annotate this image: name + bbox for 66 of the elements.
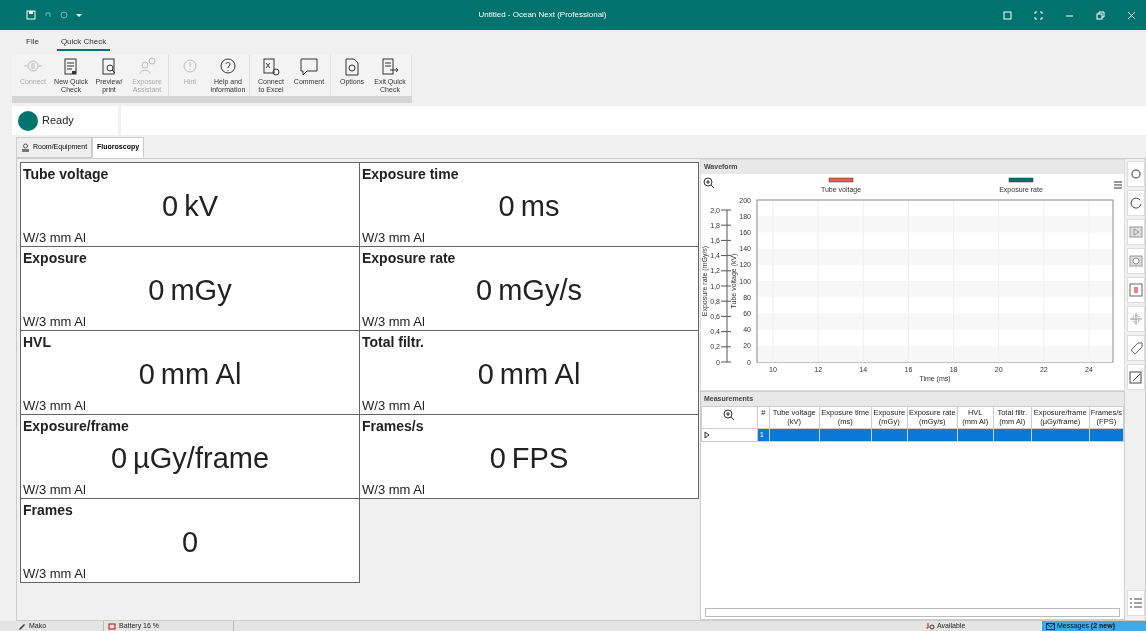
save-icon[interactable] [26, 10, 36, 20]
envelope-icon [1046, 621, 1055, 631]
readout-unit: mm Al [499, 356, 581, 392]
close-icon[interactable] [1127, 10, 1136, 20]
filter-label: W/3 mm Al [23, 229, 86, 248]
filter-label: W/3 mm Al [362, 313, 425, 332]
readout-unit: mGy/s [498, 272, 582, 308]
readout-unit: mGy [170, 272, 232, 308]
readout-title: Total filtr. [362, 332, 424, 352]
menu-tab[interactable]: Quick Check [56, 35, 111, 51]
readout-value: 0 [138, 356, 155, 392]
fullscreen-icon[interactable] [1034, 10, 1043, 20]
filter-label: W/3 mm Al [362, 481, 425, 500]
menu-icon[interactable] [1113, 181, 1123, 189]
readout-value: 0 [489, 440, 506, 476]
tag-icon[interactable] [1129, 340, 1143, 355]
readout-title: Exposure rate [362, 248, 456, 268]
record-icon[interactable] [1129, 253, 1143, 268]
readout-value: 0 [477, 356, 494, 392]
readout-value: 0 [110, 440, 128, 476]
readout-title: Exposure [23, 248, 87, 268]
exit-icon [379, 57, 401, 76]
menu-tab[interactable]: File [22, 35, 43, 51]
pause-icon[interactable] [1129, 282, 1143, 297]
readout-value: 0 [498, 188, 515, 224]
restore-icon[interactable] [1096, 10, 1105, 20]
readout-value: 0 [476, 272, 493, 308]
readout-unit: kV [184, 188, 218, 224]
pen-icon [18, 621, 27, 631]
equipment-icon [21, 142, 30, 152]
spreadsheet-icon [260, 57, 282, 76]
person-icon [136, 57, 158, 76]
availability-icon [926, 621, 935, 631]
zoom-icon[interactable] [723, 409, 736, 422]
readout-unit: µGy/frame [133, 440, 270, 476]
status-text: Ready [42, 113, 74, 129]
readout-unit: FPS [511, 440, 569, 476]
readout-unit: mm Al [160, 356, 242, 392]
battery-icon [108, 621, 117, 631]
readout-title: Frames/s [362, 416, 424, 436]
readout-value: 0 [148, 272, 165, 308]
dropdown-caret-icon[interactable] [76, 12, 82, 18]
readout-title: Tube voltage [23, 164, 109, 184]
window-title: Untitled - Ocean Next (Professional) [477, 9, 608, 21]
readout-title: HVL [23, 332, 51, 352]
filter-label: W/3 mm Al [23, 481, 86, 500]
filter-label: W/3 mm Al [362, 397, 425, 416]
filter-label: W/3 mm Al [23, 397, 86, 416]
filter-label: W/3 mm Al [23, 565, 86, 584]
readout-value: 0 [162, 188, 179, 224]
horizontal-scrollbar[interactable] [705, 607, 1120, 617]
readout-value: 0 [181, 524, 199, 560]
readout-unit: ms [520, 188, 560, 224]
filter-label: W/3 mm Al [362, 229, 425, 248]
row-pointer-icon [704, 431, 710, 440]
crosshair-icon[interactable] [1129, 311, 1143, 326]
list-icon[interactable] [1129, 595, 1143, 610]
readout-title: Exposure/frame [23, 416, 129, 436]
refresh-icon[interactable] [1129, 195, 1143, 210]
readout-title: Exposure time [362, 164, 459, 184]
play-icon[interactable] [1129, 224, 1143, 239]
zoom-icon[interactable] [703, 177, 715, 189]
edit-note-icon[interactable] [1129, 369, 1143, 384]
readout-title: Frames [23, 500, 73, 520]
speech-bubble-icon [298, 57, 320, 76]
filter-label: W/3 mm Al [23, 313, 86, 332]
